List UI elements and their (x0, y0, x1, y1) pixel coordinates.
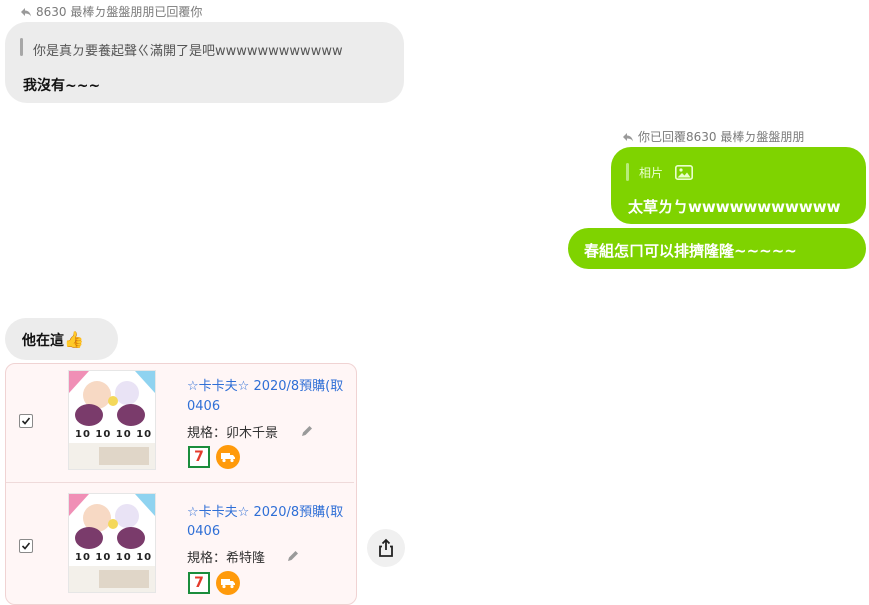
seven-eleven-label: 7 (194, 575, 204, 591)
incoming-message-bubble[interactable]: 他在這👍 (5, 318, 118, 360)
quoted-photo-label: 相片 (639, 166, 664, 180)
quote-bar (626, 163, 629, 181)
reply-header-outgoing: 你已回覆8630 最棒ㄉ盤盤朋朋 (622, 128, 804, 145)
quote-bar (20, 38, 23, 56)
product-checkbox[interactable] (19, 539, 33, 553)
seven-eleven-badge: 7 (188, 446, 210, 468)
product-image-icon (69, 494, 155, 592)
share-button[interactable] (367, 529, 405, 567)
incoming-reply-bubble[interactable]: 你是真ㄉ要養起聲ㄍ滿開了是吧wwwwwwwwwwww 我沒有~~~ (5, 22, 404, 103)
product-code-link[interactable]: 0406 (187, 399, 220, 414)
product-list-card[interactable]: 10 10 10 10 ☆卡卡夫☆ 2020/8預購(取 0406 規格：卯木千… (5, 363, 357, 605)
delivery-truck-icon (216, 571, 240, 595)
product-row[interactable]: 10 10 10 10 ☆卡卡夫☆ 2020/8預購(取 0406 規格：卯木千… (6, 364, 354, 483)
reply-header-incoming: 8630 最棒ㄉ盤盤朋朋已回覆你 (20, 3, 202, 20)
product-spec: 規格：希特隆 (187, 551, 266, 566)
reply-arrow-icon (20, 7, 32, 17)
reply-header-text: 8630 最棒ㄉ盤盤朋朋已回覆你 (36, 5, 203, 19)
product-thumbnail[interactable]: 10 10 10 10 (68, 493, 156, 593)
thumbnail-label: 10 10 10 10 (75, 429, 153, 440)
message-text: 太草ㄌㄅwwwwwwwwwww (628, 198, 841, 216)
quoted-message: 相片 (639, 164, 694, 181)
product-checkbox[interactable] (19, 414, 33, 428)
share-icon (379, 538, 393, 557)
message-text-body: 他在這 (22, 333, 64, 349)
product-thumbnail[interactable]: 10 10 10 10 (68, 370, 156, 470)
thumbs-up-emoji: 👍 (64, 330, 84, 349)
checkmark-icon (21, 542, 31, 550)
message-text: 春組怎ㄇ可以排擠隆隆~~~~~ (584, 242, 797, 260)
image-icon (675, 165, 694, 180)
pencil-icon[interactable] (286, 548, 300, 562)
product-spec: 規格：卯木千景 (187, 426, 279, 441)
quoted-message: 你是真ㄉ要養起聲ㄍ滿開了是吧wwwwwwwwwwww (33, 44, 343, 59)
outgoing-reply-bubble[interactable]: 相片 太草ㄌㄅwwwwwwwwwww (611, 147, 866, 224)
delivery-truck-icon (216, 445, 240, 469)
message-text: 我沒有~~~ (23, 78, 101, 94)
thumbnail-label: 10 10 10 10 (75, 552, 153, 563)
reply-arrow-icon (622, 132, 634, 142)
product-title-link[interactable]: ☆卡卡夫☆ 2020/8預購(取 (187, 501, 354, 520)
message-text: 他在這👍 (22, 330, 84, 350)
reply-header-text: 你已回覆8630 最棒ㄉ盤盤朋朋 (638, 130, 805, 144)
product-image-icon (69, 371, 155, 469)
seven-eleven-label: 7 (194, 449, 204, 465)
product-row[interactable]: 10 10 10 10 ☆卡卡夫☆ 2020/8預購(取 0406 規格：希特隆… (6, 483, 354, 601)
product-code-link[interactable]: 0406 (187, 524, 220, 539)
pencil-icon[interactable] (300, 423, 314, 437)
outgoing-message-bubble[interactable]: 春組怎ㄇ可以排擠隆隆~~~~~ (568, 228, 866, 269)
product-title-link[interactable]: ☆卡卡夫☆ 2020/8預購(取 (187, 375, 354, 394)
checkmark-icon (21, 417, 31, 425)
